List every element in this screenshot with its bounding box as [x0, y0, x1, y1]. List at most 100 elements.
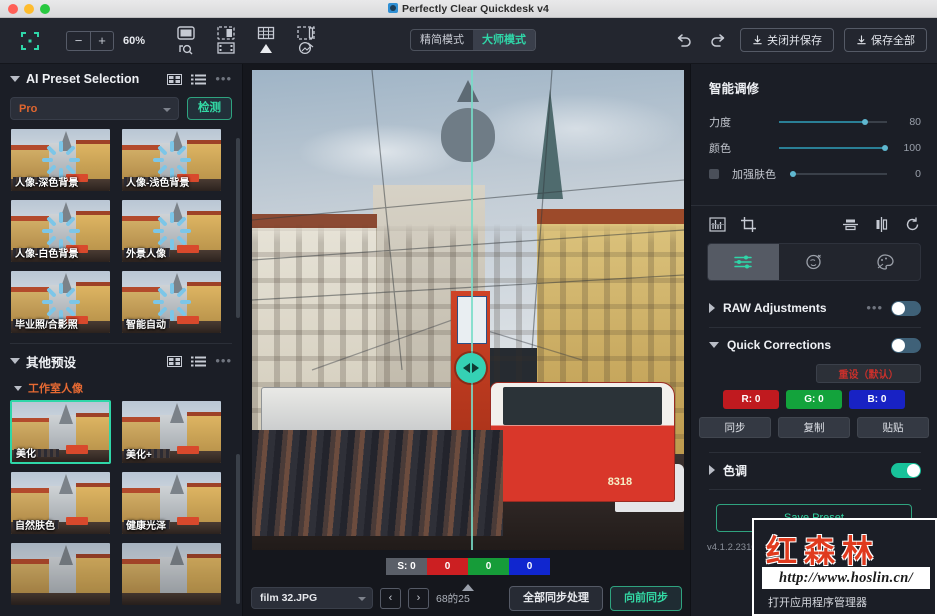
flip-vertical-icon[interactable]	[842, 216, 859, 233]
other-presets-title: 其他预设	[26, 352, 161, 371]
tab-simple-mode[interactable]: 精简模式	[411, 30, 473, 50]
ai-preset-controls: Pro 检测	[0, 94, 242, 128]
crop-icon[interactable]	[740, 216, 757, 233]
ai-preset-item-3[interactable]: 外景人像	[121, 199, 222, 263]
ai-preset-label-0: 人像-深色背景	[15, 174, 78, 189]
blue-swatch[interactable]: 0	[509, 558, 550, 575]
list-layout-icon[interactable]	[191, 74, 206, 85]
flip-horizontal-icon[interactable]	[873, 216, 890, 233]
list-layout-icon[interactable]	[191, 356, 206, 367]
red-channel-chip[interactable]: R: 0	[723, 390, 779, 409]
raw-adjustments-more-options-icon[interactable]: •••	[866, 304, 883, 312]
ai-preset-item-5[interactable]: 智能自动	[121, 270, 222, 334]
ai-preset-profile-select[interactable]: Pro	[10, 97, 179, 120]
ai-preset-label-1: 人像-浅色背景	[126, 174, 189, 189]
other-presets-more-options-icon[interactable]: •••	[215, 357, 232, 365]
tab-effects[interactable]	[849, 244, 920, 280]
ai-preset-item-2[interactable]: 人像-白色背景	[10, 199, 111, 263]
quick-corrections-collapse-caret[interactable]	[709, 342, 719, 348]
green-channel-chip[interactable]: G: 0	[786, 390, 842, 409]
other-preset-item-1[interactable]: 美化+	[121, 400, 222, 464]
grid-layout-icon[interactable]	[167, 74, 182, 85]
tab-master-mode[interactable]: 大师模式	[473, 30, 535, 50]
download-icon	[856, 35, 867, 46]
sync-forward-button[interactable]: 向前同步	[610, 586, 682, 611]
skin-boost-checkbox[interactable]	[709, 169, 719, 179]
tram-number-text: 8318	[608, 476, 632, 488]
ai-preset-label-2: 人像-白色背景	[15, 245, 78, 260]
grid-view-icon	[257, 26, 275, 40]
sync-all-button[interactable]: 全部同步处理	[509, 586, 603, 611]
section-raw-adjustments[interactable]: RAW Adjustments •••	[691, 291, 937, 325]
other-presets-scrollbar[interactable]	[236, 454, 240, 604]
compare-slider-handle-icon[interactable]	[456, 353, 486, 383]
crop-compare-button[interactable]	[293, 24, 319, 58]
image-preview[interactable]: 8318	[252, 70, 684, 550]
rotate-icon[interactable]	[904, 216, 921, 233]
file-name-select[interactable]: film 32.JPG	[251, 587, 373, 609]
zoom-out-button[interactable]: −	[66, 31, 90, 51]
other-presets-collapse-caret[interactable]	[10, 358, 20, 364]
filmstrip-icon	[217, 41, 235, 55]
save-all-button[interactable]: 保存全部	[844, 28, 927, 52]
section-tone[interactable]: 色调	[691, 453, 937, 487]
center-preview-area: 8318 S: 0 0 0 0 film 32.JPG	[243, 64, 690, 616]
raw-adjustments-toggle[interactable]	[891, 301, 921, 316]
canvas-wrapper: 8318 S: 0 0 0 0	[252, 70, 684, 607]
undo-icon	[675, 32, 693, 48]
grid-layout-icon[interactable]	[167, 356, 182, 367]
single-view-button[interactable]	[173, 24, 199, 58]
other-preset-item-4[interactable]	[10, 542, 111, 606]
reset-default-button[interactable]: 重设（默认）	[816, 364, 921, 383]
next-image-button[interactable]: ›	[408, 588, 429, 609]
slider-track-skin-boost[interactable]	[790, 173, 887, 175]
window-title-text: Perfectly Clear Quickdesk v4	[402, 3, 549, 15]
slider-row-color: 颜色 100	[691, 135, 937, 161]
other-preset-item-2[interactable]: 自然肤色	[10, 471, 111, 535]
ai-preset-scrollbar[interactable]	[236, 138, 240, 318]
version-text: v4.1.2.2310	[707, 542, 757, 553]
ai-preset-more-options-icon[interactable]: •••	[215, 75, 232, 83]
paste-button[interactable]: 贴贴	[857, 417, 929, 438]
ai-preset-item-1[interactable]: 人像-浅色背景	[121, 128, 222, 192]
tone-toggle[interactable]	[891, 463, 921, 478]
histogram-icon[interactable]	[709, 216, 726, 233]
split-view-icon	[217, 26, 235, 40]
blue-channel-chip[interactable]: B: 0	[849, 390, 905, 409]
group-collapse-caret[interactable]	[14, 386, 22, 391]
shadow-swatch[interactable]: S: 0	[386, 558, 427, 575]
split-view-button[interactable]	[213, 24, 239, 58]
preset-group-studio-portrait[interactable]: 工作室人像	[0, 376, 242, 400]
ai-preset-item-0[interactable]: 人像-深色背景	[10, 128, 111, 192]
green-swatch[interactable]: 0	[468, 558, 509, 575]
undo-button[interactable]	[672, 28, 696, 52]
slider-row-skin-boost: 加强肤色 0	[691, 161, 937, 187]
detect-button[interactable]: 检测	[187, 97, 232, 120]
ai-preset-collapse-caret[interactable]	[10, 76, 20, 82]
sync-button[interactable]: 同步	[699, 417, 771, 438]
section-quick-corrections[interactable]: Quick Corrections	[691, 328, 937, 362]
redo-button[interactable]	[706, 28, 730, 52]
tab-skin[interactable]	[779, 244, 850, 280]
raw-adjustments-expand-caret[interactable]	[709, 303, 715, 313]
panel-divider	[709, 489, 921, 490]
ai-preset-item-4[interactable]: 毕业照/合影照	[10, 270, 111, 334]
other-preset-item-3[interactable]: 健康光泽	[121, 471, 222, 535]
slider-track-strength[interactable]	[779, 121, 887, 123]
red-swatch[interactable]: 0	[427, 558, 468, 575]
other-preset-item-5[interactable]	[121, 542, 222, 606]
tone-expand-caret[interactable]	[709, 465, 715, 475]
previous-image-button[interactable]: ‹	[380, 588, 401, 609]
app-logo-button[interactable]	[0, 31, 60, 51]
before-after-divider[interactable]	[471, 70, 473, 550]
tab-adjustments[interactable]	[708, 244, 779, 280]
download-icon	[752, 35, 763, 46]
grid-view-button[interactable]	[253, 24, 279, 58]
slider-track-color[interactable]	[779, 147, 887, 149]
close-and-save-button[interactable]: 关闭并保存	[740, 28, 834, 52]
zoom-in-button[interactable]: +	[90, 31, 114, 51]
other-preset-item-0[interactable]: 美化	[10, 400, 111, 464]
copy-button[interactable]: 复制	[778, 417, 850, 438]
mode-switcher: 精简模式 大师模式	[410, 29, 536, 51]
quick-corrections-toggle[interactable]	[891, 338, 921, 353]
